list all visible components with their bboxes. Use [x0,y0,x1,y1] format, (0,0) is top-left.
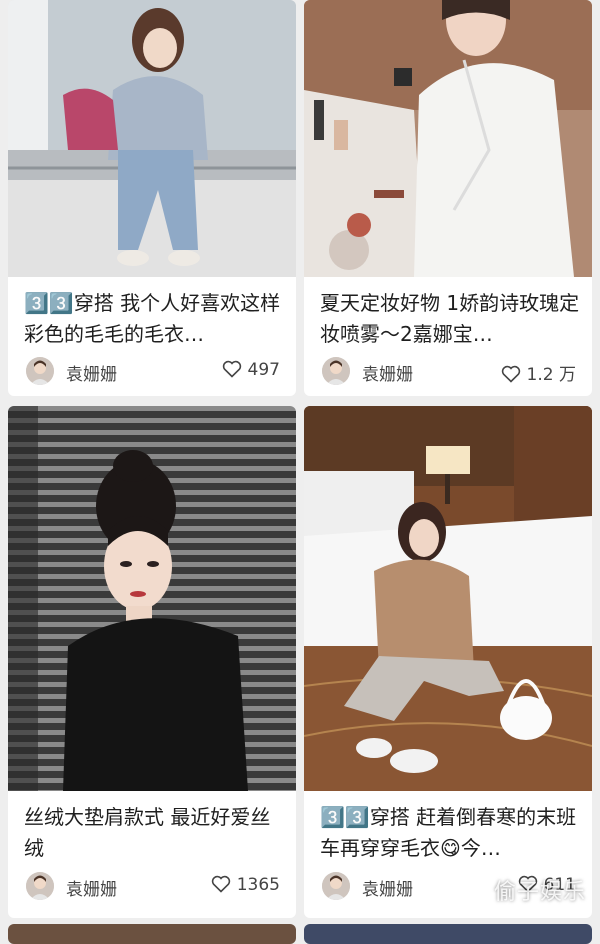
author-avatar[interactable] [322,357,350,385]
watermark: 偷子娱乐 [493,880,586,905]
note-title[interactable]: 3️⃣3️⃣穿搭 我个人好喜欢这样彩色的毛毛的毛衣… [24,288,286,350]
note-title[interactable]: 夏天定妆好物 1娇韵诗玫瑰定妆喷雾～2嘉娜宝… [320,288,582,350]
title-text: 丝绒大垫肩款式 最近好爱丝绒 [24,805,271,860]
like-button[interactable]: 497 [222,360,280,380]
title-prefix: 3️⃣3️⃣ [320,805,370,829]
note-card[interactable]: 3️⃣3️⃣穿搭 我个人好喜欢这样彩色的毛毛的毛衣… 袁姗姗 497 [8,0,296,396]
note-card[interactable]: 3️⃣3️⃣穿搭 赶着倒春寒的末班车再穿穿毛衣😋今… 袁姗姗 611 [304,406,592,918]
note-title[interactable]: 丝绒大垫肩款式 最近好爱丝绒 [24,802,286,864]
note-card[interactable]: 丝绒大垫肩款式 最近好爱丝绒 袁姗姗 1365 [8,406,296,918]
like-count: 497 [247,360,280,380]
author-name[interactable]: 袁姗姗 [362,360,413,385]
note-cover-image[interactable] [8,406,296,791]
author-avatar[interactable] [26,872,54,900]
author-name[interactable]: 袁姗姗 [66,360,117,385]
note-card-peek[interactable] [8,924,296,944]
author-name[interactable]: 袁姗姗 [362,875,413,900]
note-cover-image[interactable] [304,0,592,277]
heart-outline-icon [501,365,520,383]
like-count: 1365 [236,875,280,895]
note-meta: 袁姗姗 497 [26,356,280,386]
title-text: 夏天定妆好物 1娇韵诗玫瑰定妆喷雾～2嘉娜宝… [320,291,580,346]
note-meta: 袁姗姗 1365 [26,871,280,901]
note-card[interactable]: 夏天定妆好物 1娇韵诗玫瑰定妆喷雾～2嘉娜宝… 袁姗姗 1.2 万 [304,0,592,396]
author-avatar[interactable] [322,872,350,900]
like-button[interactable]: 1365 [211,875,280,895]
heart-outline-icon [211,875,230,893]
note-title[interactable]: 3️⃣3️⃣穿搭 赶着倒春寒的末班车再穿穿毛衣😋今… [320,802,582,864]
heart-outline-icon [222,360,241,378]
author-avatar[interactable] [26,357,54,385]
note-meta: 袁姗姗 1.2 万 [322,356,576,386]
like-count: 1.2 万 [526,365,576,385]
like-button[interactable]: 1.2 万 [501,360,576,385]
note-cover-image[interactable] [8,0,296,277]
author-name[interactable]: 袁姗姗 [66,875,117,900]
note-cover-image[interactable] [304,406,592,791]
title-prefix: 3️⃣3️⃣ [24,291,74,315]
note-card-peek[interactable] [304,924,592,944]
